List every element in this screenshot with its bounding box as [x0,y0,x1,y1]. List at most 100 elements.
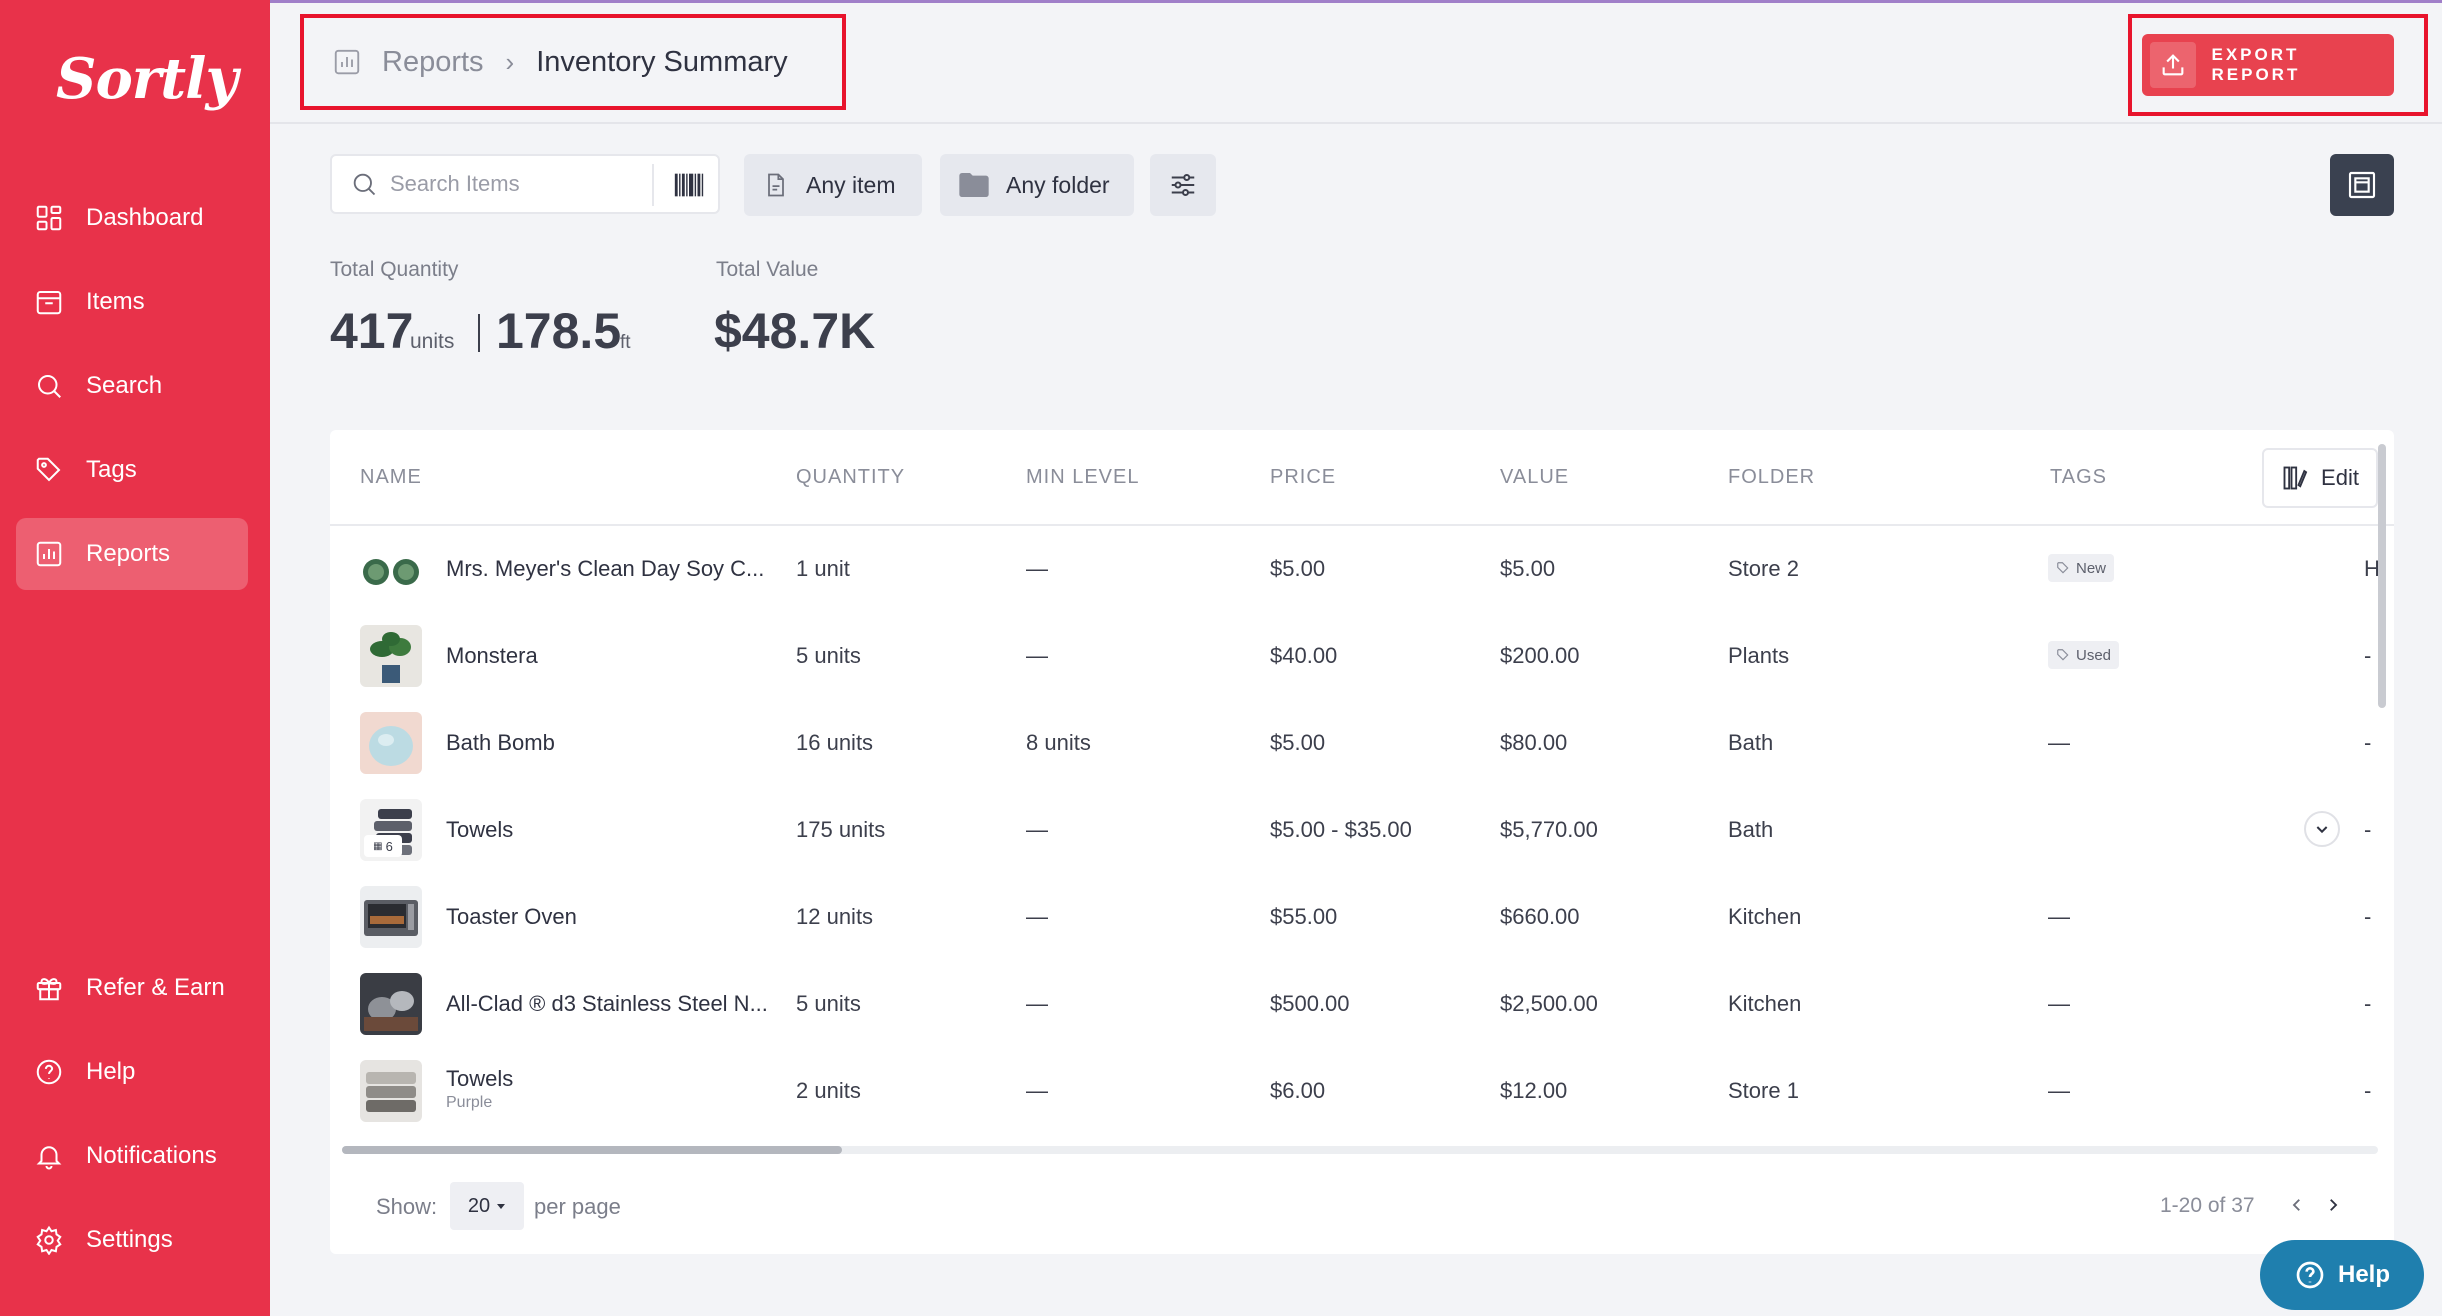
export-highlight: EXPORT REPORT [2128,14,2428,116]
column-header-quantity[interactable]: QUANTITY [796,466,905,489]
item-price: $5.00 [1270,730,1326,755]
sidebar-item-items[interactable]: Items [16,266,248,338]
breadcrumb: Reports › Inventory Summary [300,14,846,110]
page-size-select[interactable]: 20 [450,1182,524,1230]
item-min-level: — [1026,556,1048,581]
table-row[interactable]: All-Clad ® d3 Stainless Steel N... 5 uni… [330,961,2372,1048]
tag-badge[interactable]: Used [2048,641,2120,669]
item-thumbnail [360,1060,422,1122]
filter-settings-button[interactable] [1150,154,1216,216]
document-icon [768,173,784,197]
table-header: NAME QUANTITY MIN LEVEL PRICE VALUE FOLD… [330,430,2394,526]
item-quantity: 2 units [796,1078,861,1103]
search-field [330,154,720,214]
item-folder: Store 2 [1728,556,1799,581]
item-name[interactable]: Bath Bomb [446,730,555,756]
sidebar-item-dashboard[interactable]: Dashboard [16,182,248,254]
barcode-icon[interactable] [672,168,706,202]
item-folder: Bath [1728,817,1774,842]
item-value: $5,770.00 [1500,817,1598,842]
item-quantity: 5 units [796,643,861,668]
column-header-price[interactable]: PRICE [1270,466,1336,489]
search-input[interactable] [390,171,640,197]
column-header-name[interactable]: NAME [360,466,422,489]
breadcrumb-reports-link[interactable]: Reports [382,46,484,79]
any-folder-filter[interactable]: Any folder [940,154,1134,216]
item-thumbnail: ▦ 6 [360,799,422,861]
item-price: $6.00 [1270,1078,1326,1103]
item-quantity: 175 units [796,817,886,842]
tag-badge[interactable]: New [2048,554,2115,582]
table-row[interactable]: ▦ 6 Towels 175 units — $5.00 - $35.00 $5,… [330,787,2371,874]
sidebar-item-search[interactable]: Search [16,350,248,422]
table-row[interactable]: Mrs. Meyer's Clean Day Soy C... 1 unit —… [330,526,2380,613]
table-row[interactable]: Toaster Oven 12 units — $55.00 $660.00 K… [330,874,2372,961]
item-value: $660.00 [1500,904,1580,929]
total-quantity-label: Total Quantity [330,258,459,281]
column-header-folder[interactable]: FOLDER [1728,466,1815,489]
help-icon [2296,1261,2324,1289]
column-header-min-level[interactable]: MIN LEVEL [1026,466,1139,489]
item-name[interactable]: Towels [446,1066,513,1092]
table-row[interactable]: Towels Purple 2 units — $6.00 $12.00 Sto… [330,1048,2371,1135]
sidebar-item-help[interactable]: Help [16,1036,248,1108]
export-report-button[interactable]: EXPORT REPORT [2142,34,2394,96]
any-item-filter[interactable]: Any item [744,154,922,216]
item-quantity: 16 units [796,730,874,755]
grid-icon: ▦ [373,840,383,852]
help-icon [36,1059,62,1085]
columns-edit-icon [2283,466,2308,490]
sidebar-item-label: Search [86,372,163,399]
sortly-logo[interactable]: Sortly [56,46,238,112]
clipped-cell: - [2364,991,2372,1016]
clipped-cell: - [2364,904,2372,929]
vertical-scrollbar[interactable] [2378,444,2386,708]
reports-icon [334,49,360,75]
reports-icon [36,541,62,567]
sidebar-item-tags[interactable]: Tags [16,434,248,506]
item-folder: Kitchen [1728,991,1802,1016]
sidebar-item-settings[interactable]: Settings [16,1204,248,1276]
sidebar-item-label: Notifications [86,1142,217,1169]
previous-page-button[interactable] [2282,1190,2312,1220]
item-quantity: 5 units [796,991,861,1016]
horizontal-scrollbar[interactable] [342,1146,842,1154]
column-header-tags[interactable]: TAGS [2050,466,2107,489]
gear-icon [36,1225,62,1255]
total-quantity-value: 417 [330,303,414,359]
sidebar-item-notifications[interactable]: Notifications [16,1120,248,1192]
edit-columns-button[interactable]: Edit [2262,448,2378,508]
variant-count-badge: ▦ 6 [364,835,402,857]
item-price: $500.00 [1270,991,1350,1016]
expand-variants-button[interactable] [2304,811,2340,847]
item-name[interactable]: Monstera [446,643,538,669]
total-value-amount: $48.7K [714,303,876,359]
column-header-value[interactable]: VALUE [1500,466,1569,489]
item-name[interactable]: Toaster Oven [446,904,577,930]
item-thumbnail [360,886,422,948]
item-price: $5.00 - $35.00 [1270,817,1412,842]
chevron-left-icon [2292,1199,2300,1211]
gallery-view-icon [2348,171,2376,199]
help-button[interactable]: Help [2260,1240,2424,1310]
totals-divider [478,314,480,352]
divider [652,164,654,206]
item-name[interactable]: All-Clad ® d3 Stainless Steel N... [446,991,768,1017]
item-quantity: 1 unit [796,556,850,581]
table-row[interactable]: Bath Bomb 16 units 8 units $5.00 $80.00 … [330,700,2371,787]
sidebar-item-label: Help [86,1058,136,1085]
table-row[interactable]: Monstera 5 units — $40.00 $200.00 Plants… [330,613,2371,700]
next-page-button[interactable] [2318,1190,2348,1220]
item-name[interactable]: Towels [446,817,513,843]
item-name[interactable]: Mrs. Meyer's Clean Day Soy C... [446,556,764,582]
sidebar-item-label: Items [86,288,145,315]
page-size-value: 20 [467,1194,491,1217]
item-folder: Bath [1728,730,1774,755]
sidebar-item-reports[interactable]: Reports [16,518,248,590]
item-thumbnail [360,538,422,600]
total-length-unit: ft [620,332,631,353]
item-folder: Store 1 [1728,1078,1799,1103]
view-toggle-button[interactable] [2330,154,2394,216]
item-folder: Kitchen [1728,904,1802,929]
sidebar-item-refer-earn[interactable]: Refer & Earn [16,952,248,1024]
